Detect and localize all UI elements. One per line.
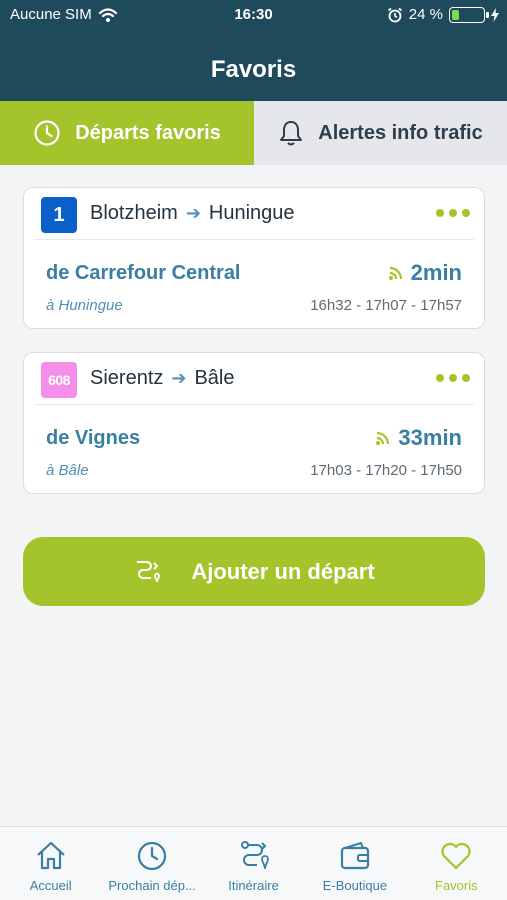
eta: 33min [374, 425, 462, 451]
add-departure-label: Ajouter un départ [191, 558, 375, 584]
home-icon [36, 841, 65, 870]
nav-label: Accueil [29, 878, 72, 893]
line-badge: 1 [41, 197, 77, 233]
tab-alertes-info-trafic[interactable]: Alertes info trafic [254, 101, 507, 165]
route-icon [240, 841, 269, 870]
next-times: 17h03 - 17h20 - 17h50 [310, 462, 462, 479]
clock-icon [34, 120, 60, 146]
bottom-nav: Accueil Prochain dép... Itinéraire E-Bou… [0, 826, 507, 900]
heart-icon [441, 842, 471, 870]
arrow-right-icon: ➔ [171, 368, 187, 388]
nav-label: E-Boutique [322, 878, 388, 893]
charging-icon [491, 7, 499, 22]
nav-favoris[interactable]: Favoris [406, 827, 507, 900]
nav-accueil[interactable]: Accueil [0, 827, 101, 900]
alarm-icon [387, 7, 402, 22]
status-bar: Aucune SIM 16:30 24 % [0, 6, 507, 26]
more-options-icon[interactable] [436, 209, 470, 217]
direction: à Bâle [46, 462, 89, 479]
tab-label: Départs favoris [75, 121, 221, 144]
tab-departs-favoris[interactable]: Départs favoris [0, 101, 254, 165]
route: Sierentz ➔ Bâle [90, 367, 235, 390]
nav-e-boutique[interactable]: E-Boutique [304, 827, 405, 900]
bell-icon [280, 121, 303, 146]
favorite-card[interactable]: 608 Sierentz ➔ Bâle de Vignes à Bâle 33m… [23, 352, 485, 494]
favorite-card[interactable]: 1 Blotzheim ➔ Huningue de Carrefour Cent… [23, 187, 485, 329]
route-from: Blotzheim [90, 202, 178, 224]
favorite-card-header: 1 Blotzheim ➔ Huningue [34, 188, 474, 240]
favorite-card-body: de Vignes à Bâle 33min 17h03 - 17h20 - 1… [24, 405, 484, 493]
page-title: Favoris [210, 56, 297, 83]
add-departure-button[interactable]: Ajouter un départ [23, 537, 485, 606]
battery-percentage: 24 % [408, 6, 443, 23]
nav-itineraire[interactable]: Itinéraire [203, 827, 304, 900]
wallet-icon [340, 841, 370, 870]
nav-prochain-depart[interactable]: Prochain dép... [101, 827, 202, 900]
route-to: Huningue [208, 202, 295, 224]
favorite-card-body: de Carrefour Central à Huningue 2min 16h… [24, 240, 484, 328]
route-icon [137, 560, 161, 582]
nav-label: Prochain dép... [108, 878, 196, 893]
line-badge: 608 [41, 362, 77, 398]
stop-name: de Carrefour Central [46, 262, 241, 284]
realtime-icon [376, 431, 390, 445]
eta-value: 33min [398, 425, 462, 450]
route-from: Sierentz [90, 367, 164, 389]
next-times: 16h32 - 17h07 - 17h57 [310, 297, 462, 314]
clock-icon [138, 841, 167, 871]
realtime-icon [388, 266, 402, 280]
battery-icon [449, 6, 489, 23]
eta-value: 2min [410, 260, 462, 285]
eta: 2min [387, 260, 462, 286]
route-to: Bâle [194, 367, 235, 389]
stop-name: de Vignes [46, 427, 141, 449]
direction: à Huningue [46, 297, 123, 314]
more-options-icon[interactable] [436, 374, 470, 382]
favorite-card-header: 608 Sierentz ➔ Bâle [34, 353, 474, 405]
favorites-tabs: Départs favoris Alertes info trafic [0, 101, 507, 165]
route: Blotzheim ➔ Huningue [90, 202, 295, 225]
tab-label: Alertes info trafic [318, 121, 483, 144]
app-header: Aucune SIM 16:30 24 % Favoris [0, 0, 507, 101]
nav-label: Itinéraire [228, 878, 279, 893]
arrow-right-icon: ➔ [185, 203, 201, 223]
nav-label: Favoris [435, 878, 478, 893]
